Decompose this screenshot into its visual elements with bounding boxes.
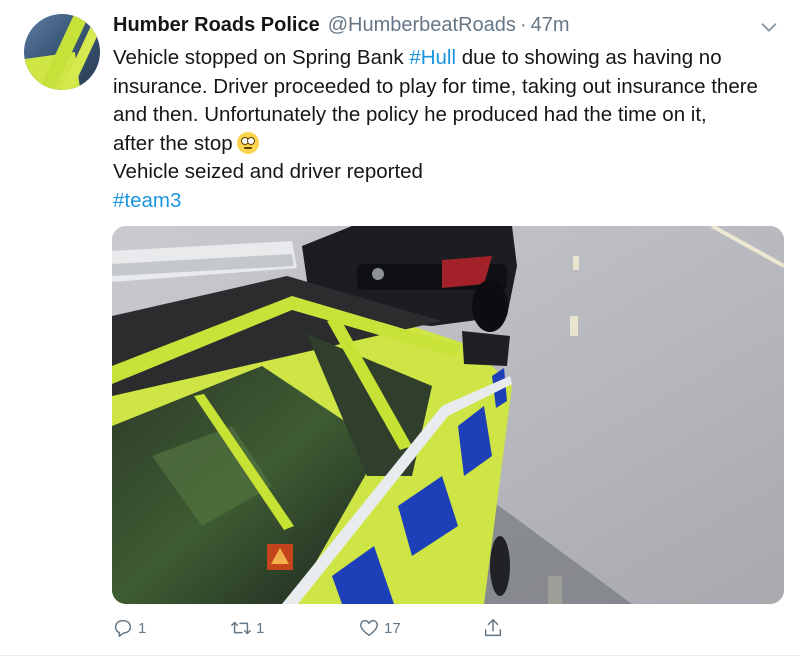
police-car-photo xyxy=(112,226,784,604)
hashtag-hull-link[interactable]: #Hull xyxy=(409,46,456,69)
heart-icon xyxy=(360,619,378,637)
tweet-divider xyxy=(0,655,800,656)
reply-count: 1 xyxy=(138,619,147,637)
text-segment: Vehicle stopped on Spring Bank xyxy=(113,46,410,69)
retweet-count: 1 xyxy=(256,619,265,637)
tweet-photo[interactable] xyxy=(112,226,784,604)
tweet-text: Vehicle stopped on Spring Bank #Hull due… xyxy=(113,44,793,215)
retweet-icon xyxy=(231,621,251,635)
text-segment: after the stop xyxy=(113,131,233,155)
tweet-line-6: #team3 xyxy=(113,187,793,216)
like-count: 17 xyxy=(384,619,401,637)
text-segment: due to showing as having no xyxy=(456,46,722,69)
author-handle[interactable]: @HumberbeatRoads xyxy=(328,14,516,37)
hashtag-team3-link[interactable]: #team3 xyxy=(113,189,181,212)
tweet-timestamp[interactable]: 47m xyxy=(531,14,570,37)
tweet-line-3: and then. Unfortunately the policy he pr… xyxy=(113,103,707,126)
separator-dot: · xyxy=(519,14,527,36)
tweet-line-1: Vehicle stopped on Spring Bank #Hull due… xyxy=(113,44,793,73)
tweet-line-5: Vehicle seized and driver reported xyxy=(113,160,423,183)
like-button[interactable]: 17 xyxy=(358,616,401,640)
flushed-face-emoji xyxy=(236,131,259,154)
tweet-card[interactable]: Humber Roads Police @HumberbeatRoads · 4… xyxy=(0,0,800,657)
retweet-button[interactable]: 1 xyxy=(230,616,264,640)
tweet-line-4: after the stop xyxy=(113,130,793,159)
chevron-down-icon[interactable] xyxy=(758,16,780,38)
tweet-line-2: insurance. Driver proceeded to play for … xyxy=(113,74,758,98)
tweet-header: Humber Roads Police @HumberbeatRoads · 4… xyxy=(113,14,760,44)
profile-avatar[interactable] xyxy=(24,14,100,90)
author-name[interactable]: Humber Roads Police xyxy=(113,14,320,37)
tweet-actions: 1 1 17 xyxy=(112,616,512,644)
reply-button[interactable]: 1 xyxy=(112,616,146,640)
share-icon xyxy=(484,619,502,637)
share-button[interactable] xyxy=(482,616,508,640)
reply-icon xyxy=(114,619,132,637)
